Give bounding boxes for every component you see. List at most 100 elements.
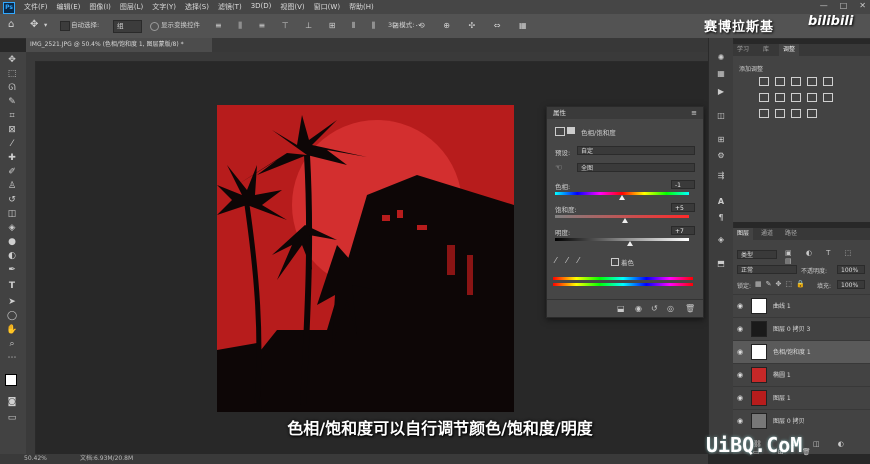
- document-tab[interactable]: IMG_2521.JPG @ 50.4% (色相/饱和度 1, 图层蒙版/8) …: [26, 38, 212, 52]
- lock-icons[interactable]: ▦✎✥⬚🔒: [755, 280, 809, 288]
- eye-icon[interactable]: ◉: [737, 348, 743, 356]
- layer-row[interactable]: ◉ 图层 0 拷贝: [733, 409, 870, 432]
- ellipse-tool-icon[interactable]: ◯: [6, 310, 18, 322]
- foreground-color-swatch[interactable]: [5, 374, 17, 386]
- menu-item[interactable]: 帮助(H): [349, 2, 374, 12]
- visibility-icon[interactable]: ◎: [667, 304, 674, 313]
- layer-filter-dropdown[interactable]: 类型: [737, 250, 777, 259]
- opacity-input[interactable]: 100%: [837, 265, 865, 274]
- brush-settings-icon[interactable]: ⚙: [715, 150, 727, 162]
- adjustment-type-icon[interactable]: [807, 93, 817, 102]
- quick-select-tool-icon[interactable]: ✎: [6, 96, 18, 108]
- lightness-value-input[interactable]: +7: [671, 226, 695, 235]
- menu-item[interactable]: 窗口(W): [314, 2, 340, 12]
- 3d-mode-icons[interactable]: ⟲ ⊕ ✣ ⇔ ▦: [418, 20, 535, 31]
- menu-item[interactable]: 视图(V): [280, 2, 304, 12]
- eye-icon[interactable]: ◉: [737, 417, 743, 425]
- close-window-button[interactable]: ✕: [859, 1, 866, 10]
- adjustment-type-icon[interactable]: [775, 109, 785, 118]
- move-tool-icon[interactable]: ✥: [30, 19, 38, 30]
- menu-item[interactable]: 滤镜(T): [218, 2, 242, 12]
- auto-select-dropdown[interactable]: 组: [113, 20, 142, 33]
- layer-name[interactable]: 图层 0 拷贝 3: [773, 324, 810, 333]
- marquee-tool-icon[interactable]: ⬚: [6, 68, 18, 80]
- menu-item[interactable]: 编辑(E): [57, 2, 81, 12]
- menu-item[interactable]: 3D(D): [251, 2, 272, 12]
- home-icon[interactable]: ⌂: [8, 19, 14, 30]
- adjustment-type-icon[interactable]: [791, 77, 801, 86]
- tab-layers[interactable]: 图层: [733, 228, 754, 240]
- adjustment-type-icon[interactable]: [823, 93, 833, 102]
- swatches-icon[interactable]: ▦: [715, 68, 727, 80]
- eraser-tool-icon[interactable]: ◫: [6, 208, 18, 220]
- lightness-slider-thumb[interactable]: [627, 241, 634, 246]
- play-icon[interactable]: ▶: [715, 86, 727, 98]
- blur-tool-icon[interactable]: ●: [6, 236, 18, 248]
- frame-tool-icon[interactable]: ⊠: [6, 124, 18, 136]
- adjustment-type-icon[interactable]: [807, 77, 817, 86]
- paint-bucket-icon[interactable]: ◈: [6, 222, 18, 234]
- layer-row[interactable]: ◉ 色相/饱和度 1: [733, 340, 870, 363]
- clip-to-layer-icon[interactable]: ⬓: [617, 304, 625, 313]
- reset-icon[interactable]: ↺: [651, 304, 658, 313]
- adjustment-type-icon[interactable]: [807, 109, 817, 118]
- libraries-icon[interactable]: ⬒: [715, 258, 727, 270]
- saturation-value-input[interactable]: +5: [671, 203, 695, 212]
- menu-item[interactable]: 图像(I): [89, 2, 111, 12]
- layer-row[interactable]: ◉ 图层 0 拷贝 3: [733, 317, 870, 340]
- color-wheel-icon[interactable]: ✺: [715, 52, 727, 64]
- preset-dropdown[interactable]: 自定: [577, 146, 695, 155]
- type-tool-icon[interactable]: T: [6, 280, 18, 292]
- paragraph-icon[interactable]: ¶: [715, 212, 727, 224]
- crop-tool-icon[interactable]: ⌗: [6, 110, 18, 122]
- channel-dropdown[interactable]: 全图: [577, 163, 695, 172]
- saturation-slider-thumb[interactable]: [621, 218, 628, 223]
- lasso-tool-icon[interactable]: ᘏ: [6, 82, 18, 94]
- panel-menu-icon[interactable]: ≡: [691, 107, 697, 119]
- screen-mode-icon[interactable]: ▭: [6, 412, 18, 424]
- layer-name[interactable]: 曲线 1: [773, 301, 791, 310]
- quick-mask-icon[interactable]: ◙: [6, 396, 18, 408]
- eye-icon[interactable]: ◉: [737, 371, 743, 379]
- hue-slider-thumb[interactable]: [619, 195, 625, 200]
- layer-name[interactable]: 图层 0 拷贝: [773, 416, 805, 425]
- 3d-icon[interactable]: ◈: [715, 234, 727, 246]
- eyedropper-tool-icon[interactable]: ⁄: [6, 138, 18, 150]
- path-selection-icon[interactable]: ➤: [6, 296, 18, 308]
- tab-paths[interactable]: 路径: [781, 228, 801, 240]
- layer-row[interactable]: ◉ 椭圆 1: [733, 363, 870, 386]
- layer-name[interactable]: 椭圆 1: [773, 370, 791, 379]
- eye-icon[interactable]: ◉: [737, 394, 743, 402]
- layer-row[interactable]: ◉ 图层 1: [733, 386, 870, 409]
- brush-tool-icon[interactable]: ✐: [6, 166, 18, 178]
- zoom-level[interactable]: 50.42%: [24, 454, 47, 464]
- move-tool-icon[interactable]: ✥: [6, 54, 18, 66]
- auto-select-checkbox[interactable]: [60, 21, 70, 31]
- character-icon[interactable]: A: [715, 196, 727, 208]
- channels-icon[interactable]: ⊞: [715, 134, 727, 146]
- photoshop-app-icon[interactable]: Ps: [3, 2, 15, 14]
- stamp-tool-icon[interactable]: ♙: [6, 180, 18, 192]
- eye-icon[interactable]: ◉: [737, 302, 743, 310]
- tab-libraries[interactable]: 库: [759, 44, 773, 56]
- pen-tool-icon[interactable]: ✒: [6, 264, 18, 276]
- info-icon[interactable]: ◫: [715, 110, 727, 122]
- history-brush-icon[interactable]: ↺: [6, 194, 18, 206]
- adjustment-type-icon[interactable]: [791, 109, 801, 118]
- menu-item[interactable]: 选择(S): [185, 2, 209, 12]
- mask-icon[interactable]: [567, 127, 575, 134]
- tab-adjustments[interactable]: 调整: [779, 44, 800, 56]
- blend-mode-dropdown[interactable]: 正常: [737, 265, 797, 274]
- tool-preset-dropdown[interactable]: ▾: [44, 20, 47, 31]
- fill-input[interactable]: 100%: [837, 280, 865, 289]
- more-tools-icon[interactable]: ⋯: [6, 352, 18, 364]
- layer-filter-icons[interactable]: ▣ ◐ T ⬚ ▤: [785, 249, 870, 265]
- hand-tool-icon[interactable]: ✋: [6, 324, 18, 336]
- hue-value-input[interactable]: -1: [671, 180, 695, 189]
- adjustment-type-icon[interactable]: [759, 109, 769, 118]
- colorize-checkbox[interactable]: [611, 258, 619, 266]
- layer-row[interactable]: ◉ 曲线 1: [733, 294, 870, 317]
- adjustment-type-icon[interactable]: [759, 93, 769, 102]
- eye-icon[interactable]: ◉: [737, 325, 743, 333]
- menu-item[interactable]: 图层(L): [120, 2, 143, 12]
